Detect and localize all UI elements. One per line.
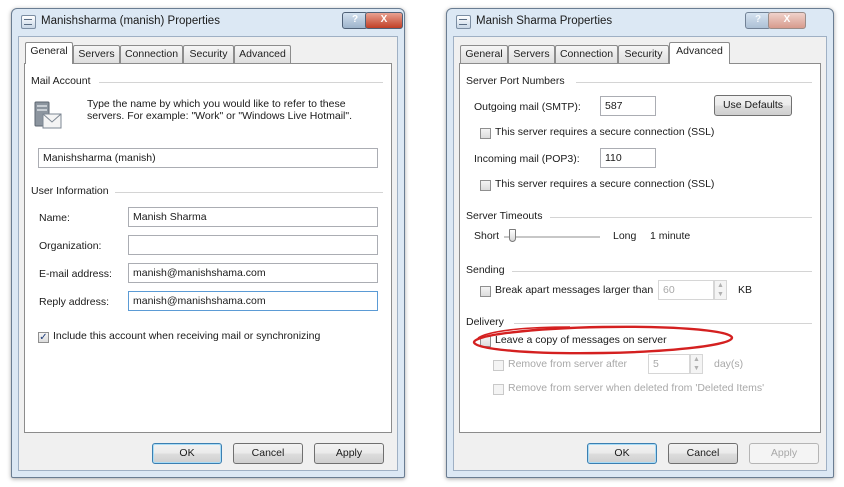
close-button[interactable]: X [365,12,403,29]
cancel-button[interactable]: Cancel [668,443,738,464]
group-divider [512,271,812,272]
dialog-body: General Servers Connection Security Adva… [18,36,398,471]
delivery-group-title: Delivery [466,316,508,328]
account-properties-dialog-general: Manishsharma (manish) Properties ? X Gen… [11,8,405,478]
app-icon [456,15,471,29]
remove-after-days-field[interactable]: 5 [648,354,690,374]
group-divider [550,217,812,218]
break-apart-size-field[interactable]: 60 [658,280,714,300]
remove-deleted-label: Remove from server when deleted from 'De… [508,382,765,394]
break-apart-spinner[interactable]: ▲ ▼ [714,280,727,300]
email-address-label: E-mail address: [39,268,112,280]
close-button[interactable]: X [768,12,806,29]
tab-security[interactable]: Security [183,45,234,63]
smtp-port-field[interactable]: 587 [600,96,656,116]
group-divider [99,82,383,83]
window-title: Manishsharma (manish) Properties [41,15,220,27]
reply-address-field[interactable]: manish@manishshama.com [128,291,378,311]
timeout-slider-track[interactable] [504,236,600,239]
size-unit-label: KB [738,284,753,296]
outgoing-mail-label: Outgoing mail (SMTP): [474,101,581,113]
tab-connection[interactable]: Connection [120,45,183,63]
timeout-value-label: 1 minute [650,230,691,242]
account-name-field[interactable]: Manishsharma (manish) [38,148,378,168]
general-tab-panel: Mail Account Type the name by which you … [24,63,392,433]
window-title: Manish Sharma Properties [476,15,613,27]
include-account-label: Include this account when receiving mail… [53,330,321,342]
dialog-body: General Servers Connection Security Adva… [453,36,827,471]
account-properties-dialog-advanced: Manish Sharma Properties ? X General Ser… [446,8,834,478]
tab-security[interactable]: Security [618,45,669,63]
server-timeouts-group-title: Server Timeouts [466,210,547,222]
tab-advanced[interactable]: Advanced [669,42,730,64]
sending-group-title: Sending [466,264,509,276]
organization-field[interactable] [128,235,378,255]
apply-button[interactable]: Apply [314,443,384,464]
group-divider [115,192,383,193]
pop3-ssl-checkbox[interactable] [480,180,491,191]
days-unit-label: day(s) [714,358,744,370]
tab-advanced[interactable]: Advanced [234,45,291,63]
email-address-field[interactable]: manish@manishshama.com [128,263,378,283]
remove-after-checkbox[interactable] [493,360,504,371]
server-port-numbers-group-title: Server Port Numbers [466,75,569,87]
ok-button[interactable]: OK [152,443,222,464]
mail-account-description: Type the name by which you would like to… [87,98,353,122]
pop3-port-field[interactable]: 110 [600,148,656,168]
tab-general[interactable]: General [25,42,73,64]
incoming-mail-label: Incoming mail (POP3): [474,153,580,165]
tab-servers[interactable]: Servers [508,45,555,63]
reply-address-label: Reply address: [39,296,110,308]
app-icon [21,15,36,29]
break-apart-checkbox[interactable] [480,286,491,297]
user-information-group-title: User Information [31,185,113,197]
smtp-ssl-checkbox[interactable] [480,128,491,139]
cancel-button[interactable]: Cancel [233,443,303,464]
ok-button[interactable]: OK [587,443,657,464]
name-label: Name: [39,212,70,224]
tab-servers[interactable]: Servers [73,45,120,63]
include-account-checkbox[interactable]: ✓ [38,332,49,343]
organization-label: Organization: [39,240,102,252]
break-apart-label: Break apart messages larger than [495,284,654,296]
apply-button[interactable]: Apply [749,443,819,464]
mail-account-group-title: Mail Account [31,75,95,87]
advanced-tab-panel: Server Port Numbers Outgoing mail (SMTP)… [459,63,821,433]
title-bar[interactable]: Manish Sharma Properties ? X [447,9,833,35]
use-defaults-button[interactable]: Use Defaults [714,95,792,116]
timeout-slider-thumb[interactable] [509,229,516,242]
red-annotation-ellipse [472,325,734,355]
smtp-ssl-label: This server requires a secure connection… [495,126,715,138]
mail-server-icon [34,101,62,129]
name-field[interactable]: Manish Sharma [128,207,378,227]
remove-deleted-checkbox[interactable] [493,384,504,395]
timeout-short-label: Short [474,230,500,242]
timeout-long-label: Long [613,230,637,242]
group-divider [576,82,812,83]
tab-connection[interactable]: Connection [555,45,618,63]
pop3-ssl-label: This server requires a secure connection… [495,178,715,190]
remove-after-spinner[interactable]: ▲ ▼ [690,354,703,374]
title-bar[interactable]: Manishsharma (manish) Properties ? X [12,9,404,35]
remove-after-label: Remove from server after [508,358,628,370]
tab-general[interactable]: General [460,45,508,63]
